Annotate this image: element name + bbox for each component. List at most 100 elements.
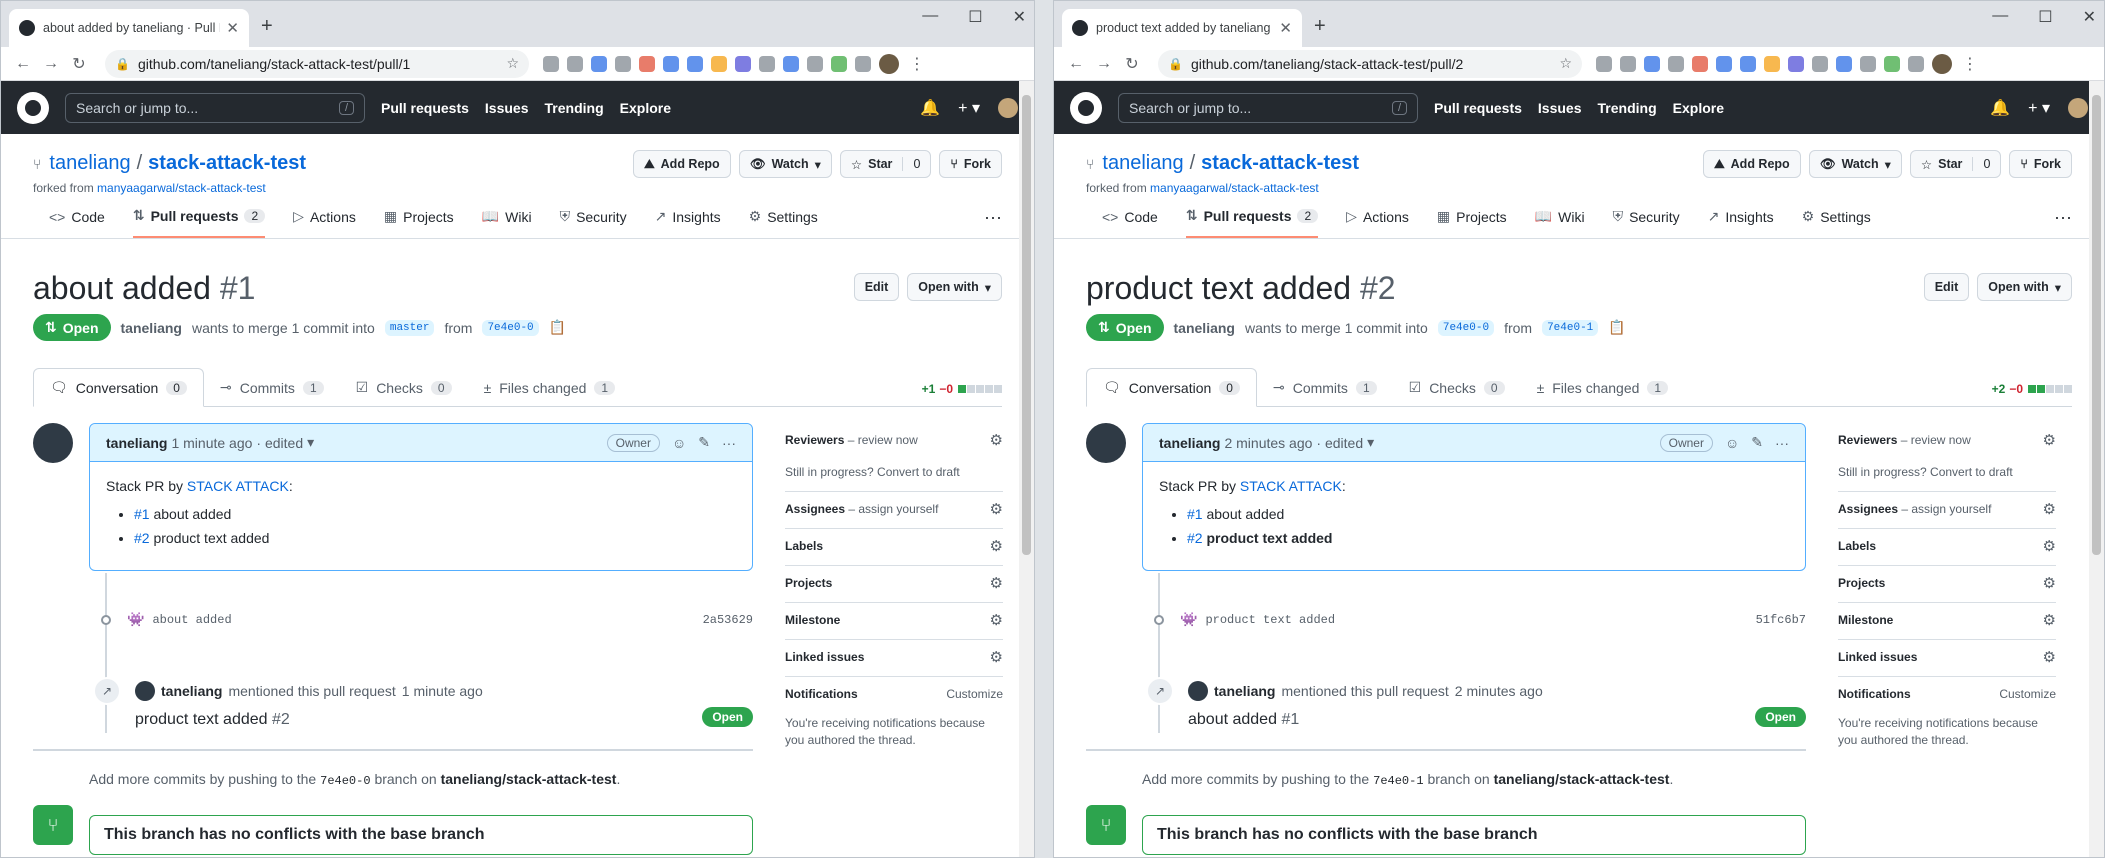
head-branch[interactable]: 7e4e0-0 — [482, 319, 539, 336]
github-logo-icon[interactable] — [17, 91, 49, 124]
base-branch[interactable]: 7e4e0-0 — [1437, 319, 1495, 336]
forward-icon[interactable]: → — [1090, 55, 1118, 73]
nav-explore[interactable]: Explore — [1673, 100, 1724, 116]
tab-checks[interactable]: ☑ Checks 0 — [340, 379, 468, 406]
user-avatar[interactable] — [2068, 97, 2088, 118]
extension-icon[interactable] — [1716, 55, 1732, 72]
extension-icon[interactable] — [1644, 55, 1660, 72]
tab-insights[interactable]: ↗ Insights — [655, 197, 721, 238]
extension-icon[interactable] — [1764, 55, 1780, 72]
new-tab-icon[interactable]: + — [1314, 15, 1326, 38]
gear-icon[interactable]: ⚙ — [990, 431, 1003, 449]
star-button[interactable]: ☆ Star 0 — [1909, 150, 2002, 178]
gear-icon[interactable]: ⚙ — [990, 648, 1003, 666]
open-with-button[interactable]: Open with ▾ — [1977, 273, 2072, 301]
search-input[interactable]: Search or jump to... / — [1118, 92, 1418, 123]
back-icon[interactable]: ← — [9, 55, 37, 73]
gear-icon[interactable]: ⚙ — [990, 611, 1003, 629]
extension-icon[interactable] — [615, 55, 631, 72]
extension-icon[interactable] — [1860, 55, 1876, 72]
create-new-icon[interactable]: + ▾ — [2028, 98, 2050, 118]
open-with-button[interactable]: Open with ▾ — [907, 273, 1002, 301]
tab-security[interactable]: ⛨ Security — [1613, 197, 1680, 238]
mention-time[interactable]: 1 minute ago — [402, 683, 483, 699]
stack-attack-link[interactable]: STACK ATTACK — [1240, 478, 1342, 494]
gear-icon[interactable]: ⚙ — [990, 537, 1003, 555]
tab-commits[interactable]: ⊸ Commits 1 — [1257, 379, 1393, 406]
add-repo-button[interactable]: ⛰ Add Repo — [1703, 150, 1801, 178]
bookmark-star-icon[interactable]: ☆ — [506, 55, 519, 72]
chrome-profile-avatar[interactable] — [1932, 53, 1952, 74]
review-now-link[interactable]: – review now — [1901, 433, 1971, 447]
search-input[interactable]: Search or jump to... / — [65, 92, 365, 123]
extension-icon[interactable] — [1692, 55, 1708, 72]
chrome-profile-avatar[interactable] — [879, 53, 899, 74]
fork-button[interactable]: ⑂ Fork — [2009, 150, 2072, 178]
commit-sha[interactable]: 2a53629 — [703, 613, 753, 627]
customize-link[interactable]: Customize — [1999, 687, 2056, 701]
nav-issues[interactable]: Issues — [485, 100, 529, 116]
scrollbar[interactable] — [2089, 81, 2104, 857]
tab-pull-requests[interactable]: ⇅ Pull requests 2 — [1185, 197, 1319, 238]
extension-icon[interactable] — [1836, 55, 1852, 72]
notifications-bell-icon[interactable]: 🔔 — [920, 98, 940, 118]
repo-owner-link[interactable]: taneliang — [1102, 152, 1183, 175]
commit-message[interactable]: about added — [152, 613, 231, 627]
assign-yourself-link[interactable]: – assign yourself — [1901, 502, 1991, 516]
comment-time[interactable]: 2 minutes ago — [1224, 435, 1312, 451]
comment-author[interactable]: taneliang — [106, 435, 167, 451]
close-window-icon[interactable]: ✕ — [1013, 7, 1026, 27]
extension-icon[interactable] — [783, 55, 799, 72]
tab-commits[interactable]: ⊸ Commits 1 — [204, 379, 340, 406]
nav-issues[interactable]: Issues — [1538, 100, 1582, 116]
nav-pull-requests[interactable]: Pull requests — [381, 100, 469, 116]
browser-tab[interactable]: product text added by taneliang ✕ — [1062, 9, 1302, 47]
nav-trending[interactable]: Trending — [545, 100, 604, 116]
nav-explore[interactable]: Explore — [620, 100, 671, 116]
forked-from-link[interactable]: manyaagarwal/stack-attack-test — [1150, 181, 1319, 195]
pr-author[interactable]: taneliang — [121, 320, 182, 336]
avatar[interactable] — [1188, 681, 1208, 702]
head-branch[interactable]: 7e4e0-1 — [1542, 319, 1599, 336]
star-button[interactable]: ☆ Star 0 — [839, 150, 932, 178]
tab-security[interactable]: ⛨ Security — [560, 197, 627, 238]
gear-icon[interactable]: ⚙ — [2043, 500, 2056, 518]
close-tab-icon[interactable]: ✕ — [226, 19, 239, 37]
avatar[interactable] — [1086, 423, 1126, 464]
notifications-bell-icon[interactable]: 🔔 — [1990, 98, 2010, 118]
scrollbar[interactable] — [1019, 81, 1034, 857]
extension-icon[interactable] — [543, 55, 559, 72]
extension-icon[interactable] — [807, 55, 823, 72]
chevron-down-icon[interactable]: ▾ — [1367, 434, 1374, 451]
assign-yourself-link[interactable]: – assign yourself — [848, 502, 938, 516]
playlist-icon[interactable] — [1908, 55, 1924, 72]
pr-link[interactable]: #1 — [134, 506, 150, 522]
address-bar[interactable]: 🔒 github.com/taneliang/stack-attack-test… — [1158, 49, 1582, 78]
tab-projects[interactable]: ▦ Projects — [384, 197, 454, 238]
comment-author[interactable]: taneliang — [1159, 435, 1220, 451]
commit-sha[interactable]: 51fc6b7 — [1756, 613, 1806, 627]
pr-link[interactable]: #2 — [134, 530, 150, 546]
extension-icon[interactable] — [1740, 55, 1756, 72]
scrollbar-thumb[interactable] — [2092, 95, 2101, 555]
gear-icon[interactable]: ⚙ — [990, 500, 1003, 518]
close-window-icon[interactable]: ✕ — [2083, 7, 2096, 27]
repo-name-link[interactable]: stack-attack-test — [1201, 152, 1359, 175]
more-tabs-icon[interactable]: ··· — [2054, 197, 2072, 238]
tab-checks[interactable]: ☑ Checks 0 — [1393, 379, 1521, 406]
forked-from-link[interactable]: manyaagarwal/stack-attack-test — [97, 181, 266, 195]
repo-name-link[interactable]: stack-attack-test — [148, 152, 306, 175]
smiley-icon[interactable]: ☺ — [1725, 435, 1739, 451]
extension-icon[interactable] — [663, 55, 679, 72]
comment-edited[interactable]: · edited — [256, 435, 303, 451]
mention-author[interactable]: taneliang — [1214, 683, 1275, 699]
gear-icon[interactable]: ⚙ — [2043, 611, 2056, 629]
tab-actions[interactable]: ▷ Actions — [1346, 197, 1409, 238]
browser-tab[interactable]: about added by taneliang · Pull R ✕ — [9, 9, 249, 47]
address-bar[interactable]: 🔒 github.com/taneliang/stack-attack-test… — [105, 49, 529, 78]
gear-icon[interactable]: ⚙ — [2043, 537, 2056, 555]
tab-settings[interactable]: ⚙ Settings — [1802, 197, 1871, 238]
playlist-icon[interactable] — [855, 55, 871, 72]
tab-conversation[interactable]: 🗨 Conversation 0 — [33, 368, 204, 408]
base-branch[interactable]: master — [384, 319, 435, 336]
